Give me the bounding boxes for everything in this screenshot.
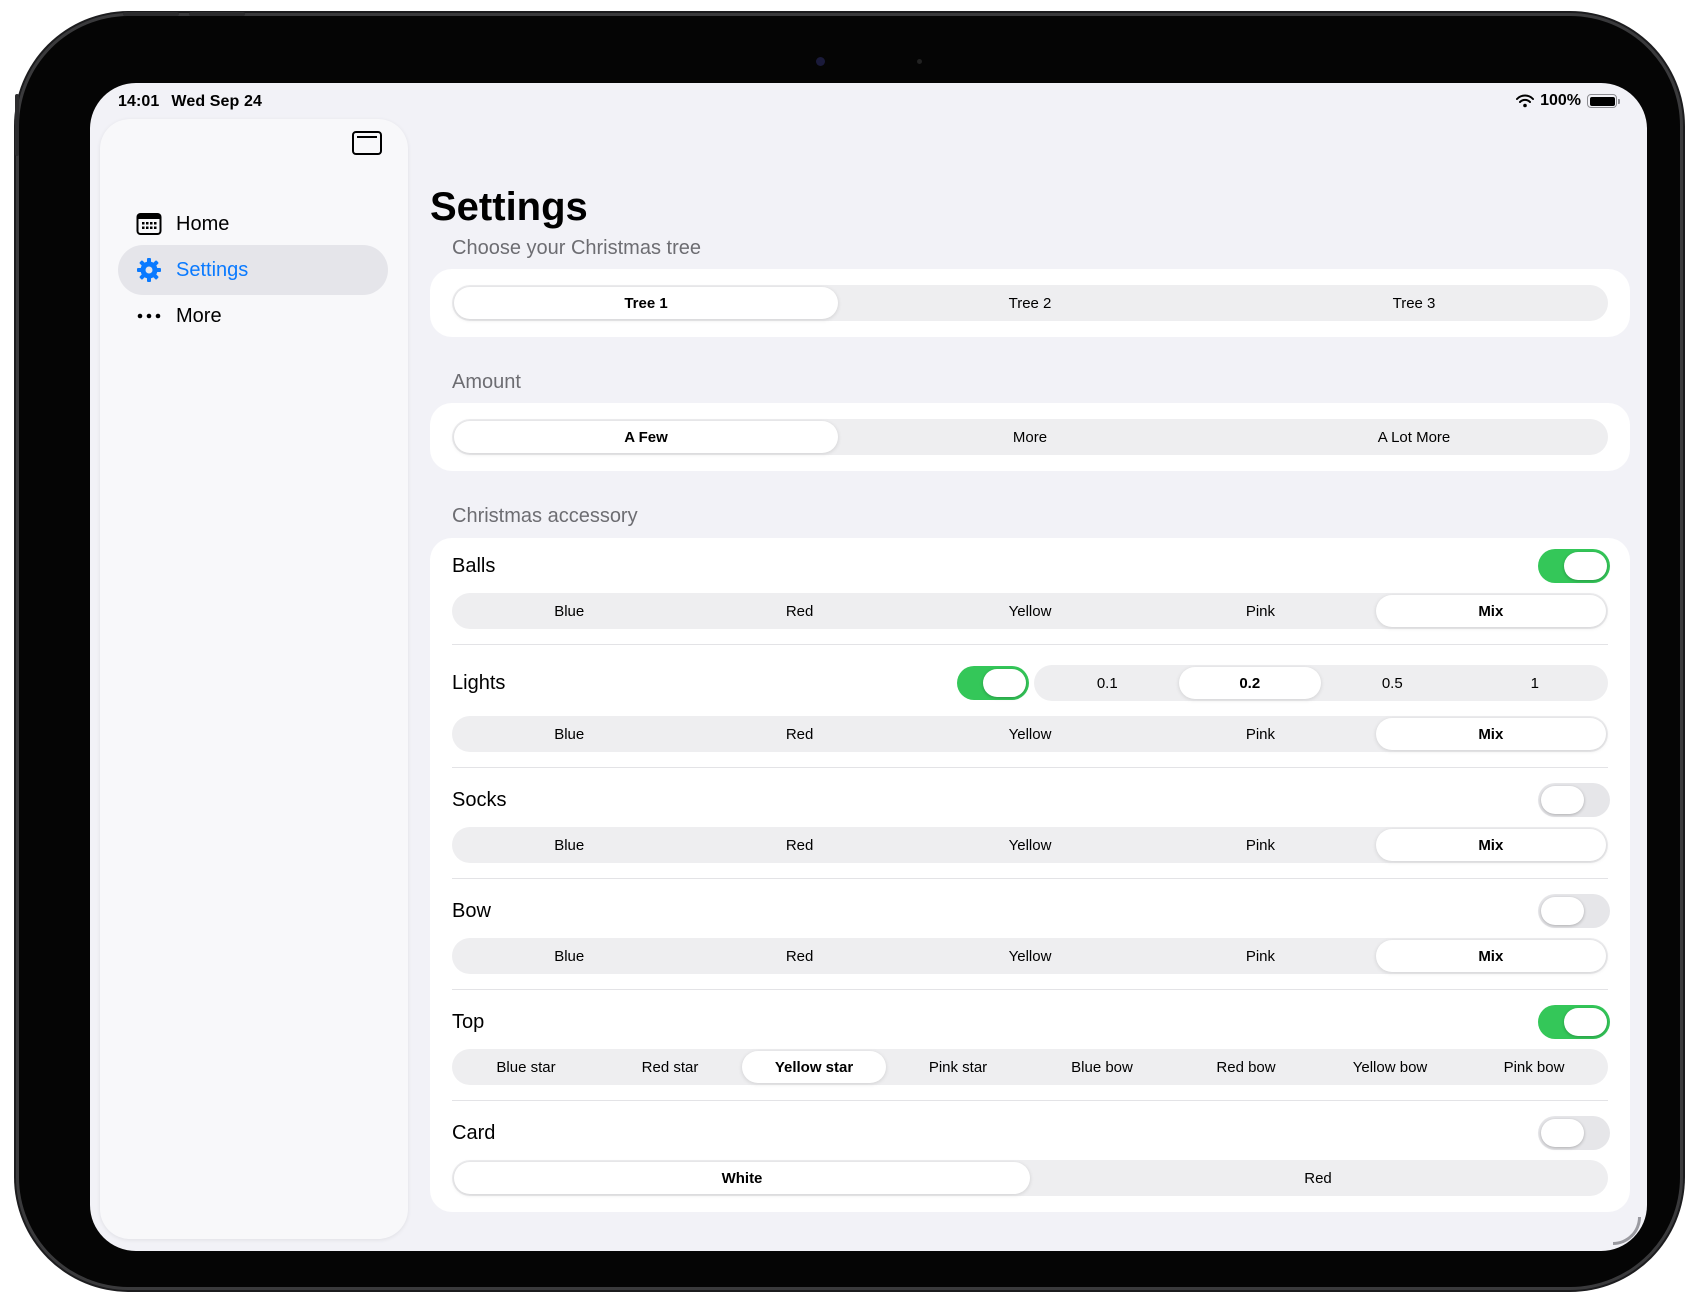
amount-card: A Few More A Lot More <box>430 403 1630 471</box>
top-picker: Blue star Red star Yellow star Pink star Blu… <box>452 1049 1608 1085</box>
status-bar-left: 14:01 Wed Sep 24 <box>118 93 274 111</box>
top-label: Top <box>452 1011 485 1033</box>
front-camera <box>816 57 825 66</box>
top-option[interactable]: Yellow star <box>742 1051 886 1083</box>
bow-color-option[interactable]: Blue <box>454 940 684 972</box>
lights-level-option[interactable]: 0.1 <box>1036 667 1179 699</box>
amount-option[interactable]: A Few <box>454 421 838 453</box>
lights-color-option[interactable]: Yellow <box>915 718 1145 750</box>
top-option[interactable]: Pink bow <box>1462 1051 1606 1083</box>
screen: 14:01 Wed Sep 24 100% Home Settings More… <box>90 83 1647 1251</box>
accessory-card: Balls Blue Red Yellow Pink Mix Lights 0.1 0.2… <box>430 538 1630 1212</box>
socks-color-option[interactable]: Pink <box>1145 829 1375 861</box>
sidebar-item-more[interactable]: More <box>118 291 388 341</box>
socks-color-option[interactable]: Red <box>684 829 914 861</box>
amount-option[interactable]: More <box>838 421 1222 453</box>
divider <box>452 767 1608 768</box>
sidebar-item-settings[interactable]: Settings <box>118 245 388 295</box>
balls-color-option[interactable]: Yellow <box>915 595 1145 627</box>
top-option[interactable]: Pink star <box>886 1051 1030 1083</box>
calendar-icon <box>136 211 162 237</box>
bow-color-picker: Blue Red Yellow Pink Mix <box>452 938 1608 974</box>
balls-color-option[interactable]: Pink <box>1145 595 1375 627</box>
lights-level-option[interactable]: 0.2 <box>1178 667 1321 699</box>
sidebar-item-label: Settings <box>176 258 249 281</box>
balls-color-option[interactable]: Red <box>684 595 914 627</box>
sidebar-item-label: Home <box>176 212 230 235</box>
balls-color-option[interactable]: Mix <box>1375 595 1607 627</box>
card-color-option[interactable]: Red <box>1030 1162 1606 1194</box>
volume-button <box>189 12 245 16</box>
page-title: Settings <box>430 185 588 229</box>
sidebar-item-home[interactable]: Home <box>118 199 388 249</box>
tree-picker: Tree 1 Tree 2 Tree 3 <box>452 285 1608 321</box>
bow-color-option[interactable]: Red <box>684 940 914 972</box>
socks-color-option[interactable]: Yellow <box>915 829 1145 861</box>
ambient-sensor <box>917 59 922 64</box>
divider <box>452 644 1608 645</box>
top-option[interactable]: Red bow <box>1174 1051 1318 1083</box>
gear-icon <box>136 257 162 283</box>
status-date: Wed Sep 24 <box>171 93 262 110</box>
sidebar: Home Settings More <box>100 119 408 1239</box>
status-time: 14:01 <box>118 93 160 110</box>
socks-toggle[interactable] <box>1538 783 1610 817</box>
card-color-option[interactable]: White <box>454 1162 1030 1194</box>
section-header-tree: Choose your Christmas tree <box>452 237 701 259</box>
sidebar-item-label: More <box>176 304 222 327</box>
amount-picker: A Few More A Lot More <box>452 419 1608 455</box>
tree-option[interactable]: Tree 1 <box>454 287 838 319</box>
volume-button <box>123 12 179 16</box>
card-color-picker: White Red <box>452 1160 1608 1196</box>
lights-color-option[interactable]: Mix <box>1375 718 1607 750</box>
top-toggle[interactable] <box>1538 1005 1610 1039</box>
lights-level-picker: 0.1 0.2 0.5 1 <box>1034 665 1608 701</box>
top-option[interactable]: Yellow bow <box>1318 1051 1462 1083</box>
socks-color-picker: Blue Red Yellow Pink Mix <box>452 827 1608 863</box>
ellipsis-icon <box>136 303 162 329</box>
divider <box>452 1100 1608 1101</box>
socks-color-option[interactable]: Blue <box>454 829 684 861</box>
lights-level-option[interactable]: 1 <box>1464 667 1607 699</box>
bow-label: Bow <box>452 900 491 922</box>
tree-option[interactable]: Tree 3 <box>1222 287 1606 319</box>
lights-toggle[interactable] <box>957 666 1029 700</box>
card-toggle[interactable] <box>1538 1116 1610 1150</box>
divider <box>452 989 1608 990</box>
settings-content: Settings Choose your Christmas tree Tree… <box>430 83 1647 1251</box>
section-header-accessory: Christmas accessory <box>452 505 638 527</box>
lights-level-option[interactable]: 0.5 <box>1321 667 1464 699</box>
lights-label: Lights <box>452 672 506 694</box>
top-button <box>15 94 19 156</box>
amount-option[interactable]: A Lot More <box>1222 421 1606 453</box>
lights-color-option[interactable]: Blue <box>454 718 684 750</box>
bow-color-option[interactable]: Yellow <box>915 940 1145 972</box>
card-label: Card <box>452 1122 496 1144</box>
sidebar-toggle-icon[interactable] <box>352 131 382 155</box>
lights-color-option[interactable]: Red <box>684 718 914 750</box>
top-option[interactable]: Blue bow <box>1030 1051 1174 1083</box>
section-header-amount: Amount <box>452 371 521 393</box>
divider <box>452 878 1608 879</box>
bow-color-option[interactable]: Pink <box>1145 940 1375 972</box>
socks-color-option[interactable]: Mix <box>1375 829 1607 861</box>
bow-toggle[interactable] <box>1538 894 1610 928</box>
bow-color-option[interactable]: Mix <box>1375 940 1607 972</box>
tree-option[interactable]: Tree 2 <box>838 287 1222 319</box>
balls-label: Balls <box>452 555 496 577</box>
balls-color-option[interactable]: Blue <box>454 595 684 627</box>
top-option[interactable]: Blue star <box>454 1051 598 1083</box>
top-option[interactable]: Red star <box>598 1051 742 1083</box>
socks-label: Socks <box>452 789 507 811</box>
tree-card: Tree 1 Tree 2 Tree 3 <box>430 269 1630 337</box>
balls-color-picker: Blue Red Yellow Pink Mix <box>452 593 1608 629</box>
lights-color-picker: Blue Red Yellow Pink Mix <box>452 716 1608 752</box>
balls-toggle[interactable] <box>1538 549 1610 583</box>
ipad-frame: 14:01 Wed Sep 24 100% Home Settings More… <box>15 12 1680 1287</box>
lights-color-option[interactable]: Pink <box>1145 718 1375 750</box>
